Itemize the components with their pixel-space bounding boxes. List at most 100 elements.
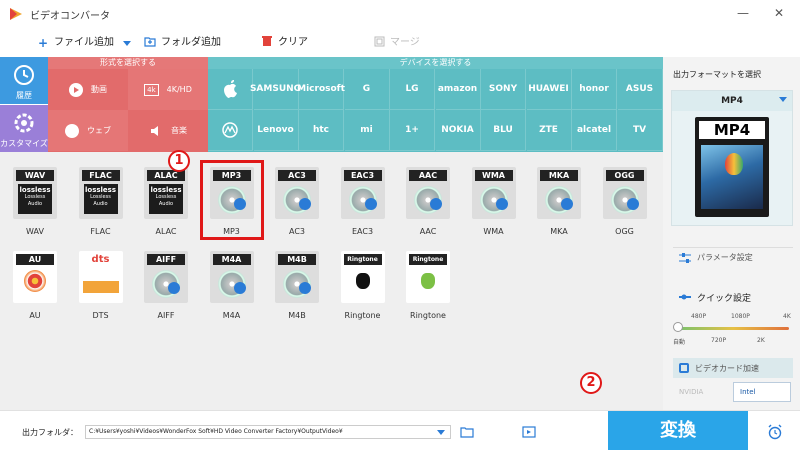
4khd-format-tile[interactable]: 4k 4K/HD (128, 69, 208, 110)
custom-label: カスタマイズ (0, 139, 48, 148)
format-item-m4b[interactable]: M4B M4B (269, 248, 325, 320)
format-item-mka[interactable]: MKA MKA (531, 164, 587, 236)
app-logo-icon (10, 8, 22, 20)
format-item-ringtone[interactable]: Ringtone Ringtone (335, 248, 391, 320)
format-thumbnail: OGG (602, 167, 647, 219)
nvidia-option[interactable]: NVIDIA (673, 382, 728, 402)
video-format-tile[interactable]: 動画 (48, 69, 128, 110)
merge-icon (372, 34, 386, 52)
format-caption: ALAC (155, 227, 177, 236)
web-format-tile[interactable]: ウェブ (48, 110, 128, 151)
add-file-dropdown[interactable] (123, 34, 131, 52)
device-label: TV (632, 125, 647, 135)
gpu-accel-button[interactable]: ビデオカード加速 (673, 358, 793, 378)
format-thumbnail: AU (13, 251, 57, 303)
format-item-au[interactable]: AU AU (7, 248, 63, 320)
device-tile-row1-4[interactable]: LG (390, 69, 435, 110)
format-item-flac[interactable]: FLAC lossless Lossless Audio FLAC (73, 164, 129, 236)
tick-auto: 自動 (673, 339, 686, 346)
convert-button[interactable]: 変換 (608, 411, 748, 450)
web-label: ウェブ (87, 126, 111, 135)
format-tag: AIFF (147, 254, 185, 265)
intel-option[interactable]: Intel (733, 382, 791, 402)
format-item-wma[interactable]: WMA WMA (466, 164, 522, 236)
music-note-icon (233, 282, 246, 294)
format-item-alac[interactable]: ALAC lossless Lossless Audio ALAC (138, 164, 194, 236)
format-item-eac3[interactable]: EAC3 EAC3 (335, 164, 391, 236)
tick-1080p: 1080P (731, 313, 750, 320)
device-tile-row1-3[interactable]: G (344, 69, 390, 110)
minimize-button[interactable]: — (730, 2, 756, 24)
clear-button[interactable]: クリア (260, 34, 308, 52)
format-item-wav[interactable]: WAV lossless Lossless Audio WAV (7, 164, 63, 236)
format-item-ringtone[interactable]: Ringtone Ringtone (400, 248, 456, 320)
folder-icon (143, 34, 157, 52)
device-tile-row2-8[interactable]: alcatel (572, 110, 617, 151)
chevron-down-icon[interactable] (437, 430, 445, 435)
device-tile-row1-8[interactable]: honor (572, 69, 617, 110)
device-tile-row1-1[interactable]: SAMSUNG (250, 69, 301, 110)
category-column: 履歴 カスタマイズ (0, 57, 48, 152)
format-item-mp3[interactable]: MP3 MP3 (199, 160, 264, 240)
close-button[interactable]: ✕ (766, 2, 792, 24)
format-caption: MKA (550, 227, 568, 236)
format-tag: WAV (16, 170, 54, 181)
format-thumbnail: MP3 (209, 167, 254, 219)
output-format-value: MP4 (721, 96, 743, 106)
android-icon (421, 273, 435, 289)
format-item-ogg[interactable]: OGG OGG (597, 164, 653, 236)
music-note-icon (168, 282, 180, 294)
format-caption: MP3 (223, 227, 240, 236)
format-caption: AIFF (157, 311, 175, 320)
output-format-select[interactable]: MP4 (672, 91, 792, 111)
open-folder-icon[interactable] (460, 426, 474, 438)
device-tile-row2-9[interactable]: TV (617, 110, 663, 151)
alarm-clock-icon[interactable] (767, 424, 783, 440)
device-tile-row1-6[interactable]: SONY (481, 69, 526, 110)
music-format-tile[interactable]: 音楽 (128, 110, 208, 151)
device-tile-row2-1[interactable]: Lenovo (253, 110, 299, 151)
nvidia-label: NVIDIA (679, 388, 704, 396)
music-note-icon (299, 282, 311, 294)
add-folder-label: フォルダ追加 (161, 37, 221, 48)
format-item-m4a[interactable]: M4A M4A (204, 248, 260, 320)
device-tile-row2-5[interactable]: NOKIA (435, 110, 481, 151)
output-format-card[interactable]: MP4 MP4 (671, 90, 793, 226)
music-note-icon (233, 198, 246, 210)
quality-slider-knob[interactable] (673, 322, 683, 332)
format-item-ac3[interactable]: AC3 AC3 (269, 164, 325, 236)
device-label: SAMSUNG (249, 84, 302, 94)
format-tag: Ringtone (409, 254, 447, 265)
device-tile-row2-4[interactable]: 1+ (390, 110, 435, 151)
format-item-aiff[interactable]: AIFF AIFF (138, 248, 194, 320)
gpu-accel-label: ビデオカード加速 (695, 363, 759, 373)
device-tile-row2-0[interactable] (208, 110, 253, 151)
format-item-aac[interactable]: AAC AAC (400, 164, 456, 236)
history-category[interactable]: 履歴 (0, 57, 48, 104)
device-tile-row2-6[interactable]: BLU (481, 110, 526, 151)
music-note-icon (626, 198, 639, 210)
output-folder-field[interactable]: C:¥Users¥yoshi¥Videos¥WonderFox Soft¥HD … (85, 425, 451, 439)
device-tile-row1-2[interactable]: Microsoft (297, 69, 345, 110)
tick-720p: 720P (711, 337, 727, 344)
device-tile-row1-9[interactable]: ASUS (617, 69, 663, 110)
format-thumbnail: WMA (471, 167, 516, 219)
merge-button[interactable]: マージ (372, 34, 420, 52)
format-caption: Ringtone (344, 311, 381, 320)
lossless-subtext: Lossless Audio (155, 194, 177, 207)
device-tile-row1-5[interactable]: amazon (435, 69, 481, 110)
device-tile-row2-3[interactable]: mi (344, 110, 390, 151)
add-file-button[interactable]: + ファイル追加 (36, 34, 114, 52)
format-item-dts[interactable]: dts DTS (73, 248, 129, 320)
device-tile-row1-0[interactable] (208, 69, 253, 110)
quality-slider-track[interactable] (677, 327, 789, 330)
device-tile-row1-7[interactable]: HUAWEI (526, 69, 572, 110)
parameter-settings-button[interactable]: パラメータ設定 (673, 247, 793, 267)
lossless-text: lossless (84, 186, 117, 194)
output-preview-icon[interactable] (522, 426, 536, 438)
device-label: NOKIA (441, 125, 474, 135)
device-tile-row2-7[interactable]: ZTE (526, 110, 572, 151)
add-folder-button[interactable]: フォルダ追加 (143, 34, 221, 52)
device-tile-row2-2[interactable]: htc (299, 110, 344, 151)
custom-category[interactable]: カスタマイズ (0, 105, 48, 152)
